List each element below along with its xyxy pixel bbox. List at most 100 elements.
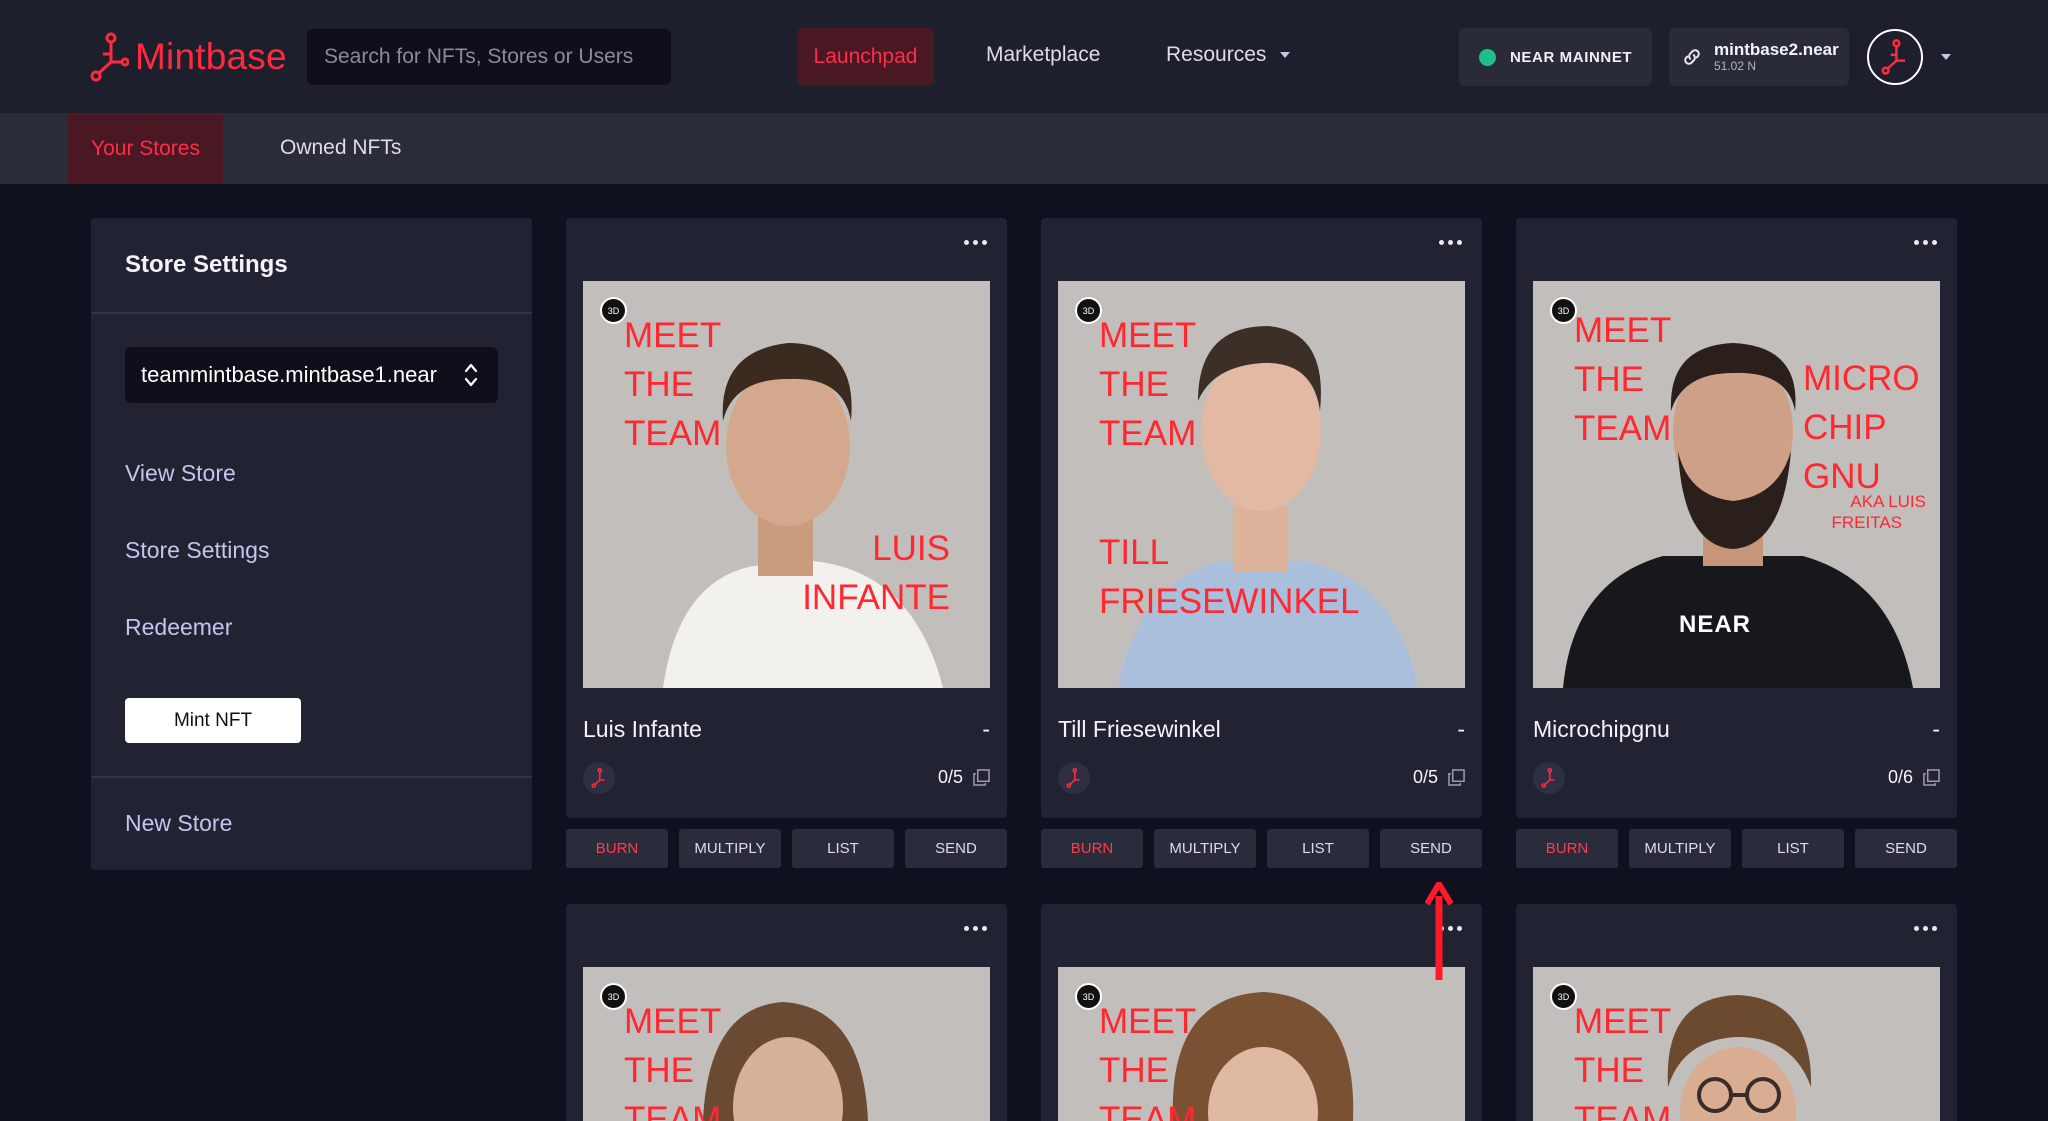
more-options-icon[interactable] (964, 926, 987, 931)
3d-badge-icon: 3D (600, 297, 627, 324)
image-text-line: MEET (624, 316, 722, 355)
annotation-arrow-icon (1425, 882, 1453, 980)
image-text-line: MEET (1574, 311, 1672, 350)
nft-title[interactable]: Luis Infante (583, 716, 702, 743)
3d-badge-icon: 3D (1550, 983, 1577, 1010)
more-options-icon[interactable] (1914, 240, 1937, 245)
card-actions: BURN MULTIPLY LIST SEND (1041, 829, 1482, 868)
tab-owned-nfts[interactable]: Owned NFTs (280, 136, 401, 160)
shirt-near-logo: NEAR (1679, 611, 1752, 638)
search-box[interactable] (307, 29, 671, 85)
account-widget[interactable]: mintbase2.near 51.02 N (1669, 28, 1849, 86)
image-text-line: FRIESEWINKEL (1099, 582, 1360, 621)
burn-button[interactable]: BURN (1516, 829, 1618, 868)
avatar-chevron-down-icon[interactable] (1941, 54, 1951, 60)
3d-badge-icon: 3D (600, 983, 627, 1010)
image-text-line: TEAM (624, 1100, 722, 1121)
tab-your-stores[interactable]: Your Stores (68, 114, 223, 184)
nav-resources-label: Resources (1166, 43, 1267, 66)
nft-image[interactable]: 3D MEET THE TEAM (1058, 967, 1465, 1121)
copies-icon (1923, 769, 1940, 786)
image-text-line: MEET (624, 1002, 722, 1041)
nft-card[interactable]: 3D MEET THE TEAM LUIS INFANTE Luis Infan… (566, 218, 1007, 818)
image-text-line: AKA LUIS (1850, 492, 1926, 511)
account-balance: 51.02 N (1714, 59, 1757, 74)
list-button[interactable]: LIST (792, 829, 894, 868)
send-button[interactable]: SEND (905, 829, 1007, 868)
image-text-line: THE (1574, 1051, 1644, 1090)
nft-price: - (1932, 716, 1940, 742)
account-name: mintbase2.near (1714, 40, 1839, 60)
nav-resources[interactable]: Resources (1166, 43, 1291, 67)
more-options-icon[interactable] (1914, 926, 1937, 931)
mint-count: 0/6 (1888, 767, 1940, 788)
nav-launchpad[interactable]: Launchpad (797, 28, 934, 86)
image-text-line: THE (624, 1051, 694, 1090)
nav-marketplace[interactable]: Marketplace (986, 43, 1100, 67)
nft-title[interactable]: Till Friesewinkel (1058, 716, 1221, 743)
nft-image[interactable]: 3D MEET THE TEAM (583, 967, 990, 1121)
sidebar-title: Store Settings (125, 251, 288, 278)
send-button[interactable]: SEND (1855, 829, 1957, 868)
nft-image[interactable]: 3D MEET THE TEAM TILL FRIESEWINKEL (1058, 281, 1465, 688)
image-text-line: LUIS (872, 529, 950, 568)
nft-image[interactable]: 3D MEET THE TEAM LUIS INFANTE (583, 281, 990, 688)
store-select[interactable]: teammintbase.mintbase1.near (125, 347, 498, 403)
network-selector[interactable]: NEAR MAINNET (1459, 28, 1652, 86)
image-text-line: MEET (1099, 316, 1197, 355)
nft-price: - (982, 716, 990, 742)
image-text-line: THE (1099, 365, 1169, 404)
copies-icon (1448, 769, 1465, 786)
image-text-line: TEAM (1099, 1100, 1197, 1121)
store-avatar-icon[interactable] (583, 762, 615, 794)
new-store-link[interactable]: New Store (125, 810, 232, 837)
mint-count: 0/5 (938, 767, 990, 788)
more-options-icon[interactable] (1439, 240, 1462, 245)
burn-button[interactable]: BURN (1041, 829, 1143, 868)
nft-card[interactable]: 3D MEET THE TEAM MICRO CHIP GNU AKA LUIS… (1516, 218, 1957, 818)
image-text-line: MEET (1099, 1002, 1197, 1041)
mint-count-value: 0/5 (1412, 767, 1438, 787)
store-avatar-icon[interactable] (1533, 762, 1565, 794)
nft-card[interactable]: 3D MEET THE TEAM (1041, 904, 1482, 1121)
image-text-line: FREITAS (1831, 513, 1902, 532)
sidebar-item-view-store[interactable]: View Store (125, 460, 236, 487)
image-text-line: MICRO (1803, 359, 1920, 398)
mint-nft-button[interactable]: Mint NFT (125, 698, 301, 743)
search-input[interactable] (324, 45, 654, 69)
multiply-button[interactable]: MULTIPLY (679, 829, 781, 868)
burn-button[interactable]: BURN (566, 829, 668, 868)
send-button[interactable]: SEND (1380, 829, 1482, 868)
image-text-line: THE (1574, 360, 1644, 399)
store-settings-sidebar: Store Settings teammintbase.mintbase1.ne… (91, 218, 532, 870)
store-avatar-icon[interactable] (1058, 762, 1090, 794)
selected-store: teammintbase.mintbase1.near (141, 362, 437, 387)
image-text-line: TEAM (1099, 414, 1197, 453)
image-text-line: TEAM (1574, 409, 1672, 448)
nft-card[interactable]: 3D MEET THE TEAM (1516, 904, 1957, 1121)
logo-text: Mintbase (135, 36, 287, 77)
network-label: NEAR MAINNET (1510, 48, 1633, 66)
3d-badge-icon: 3D (1075, 297, 1102, 324)
image-text-line: MEET (1574, 1002, 1672, 1041)
user-avatar[interactable] (1867, 29, 1923, 85)
nft-image[interactable]: 3D MEET THE TEAM (1533, 967, 1940, 1121)
list-button[interactable]: LIST (1267, 829, 1369, 868)
mintbase-logo[interactable]: Mintbase (89, 32, 287, 82)
nft-title[interactable]: Microchipgnu (1533, 716, 1670, 743)
mint-count: 0/5 (1413, 767, 1465, 788)
image-text-line: THE (1099, 1051, 1169, 1090)
nft-price: - (1457, 716, 1465, 742)
multiply-button[interactable]: MULTIPLY (1154, 829, 1256, 868)
sidebar-item-store-settings[interactable]: Store Settings (125, 537, 269, 564)
nft-image[interactable]: 3D MEET THE TEAM MICRO CHIP GNU AKA LUIS… (1533, 281, 1940, 688)
list-button[interactable]: LIST (1742, 829, 1844, 868)
nft-card[interactable]: 3D MEET THE TEAM (566, 904, 1007, 1121)
sidebar-item-redeemer[interactable]: Redeemer (125, 614, 232, 641)
more-options-icon[interactable] (964, 240, 987, 245)
image-text-line: CHIP (1803, 408, 1887, 447)
link-icon (1684, 49, 1700, 65)
nft-card[interactable]: 3D MEET THE TEAM TILL FRIESEWINKEL Till … (1041, 218, 1482, 818)
multiply-button[interactable]: MULTIPLY (1629, 829, 1731, 868)
image-text-line: THE (624, 365, 694, 404)
